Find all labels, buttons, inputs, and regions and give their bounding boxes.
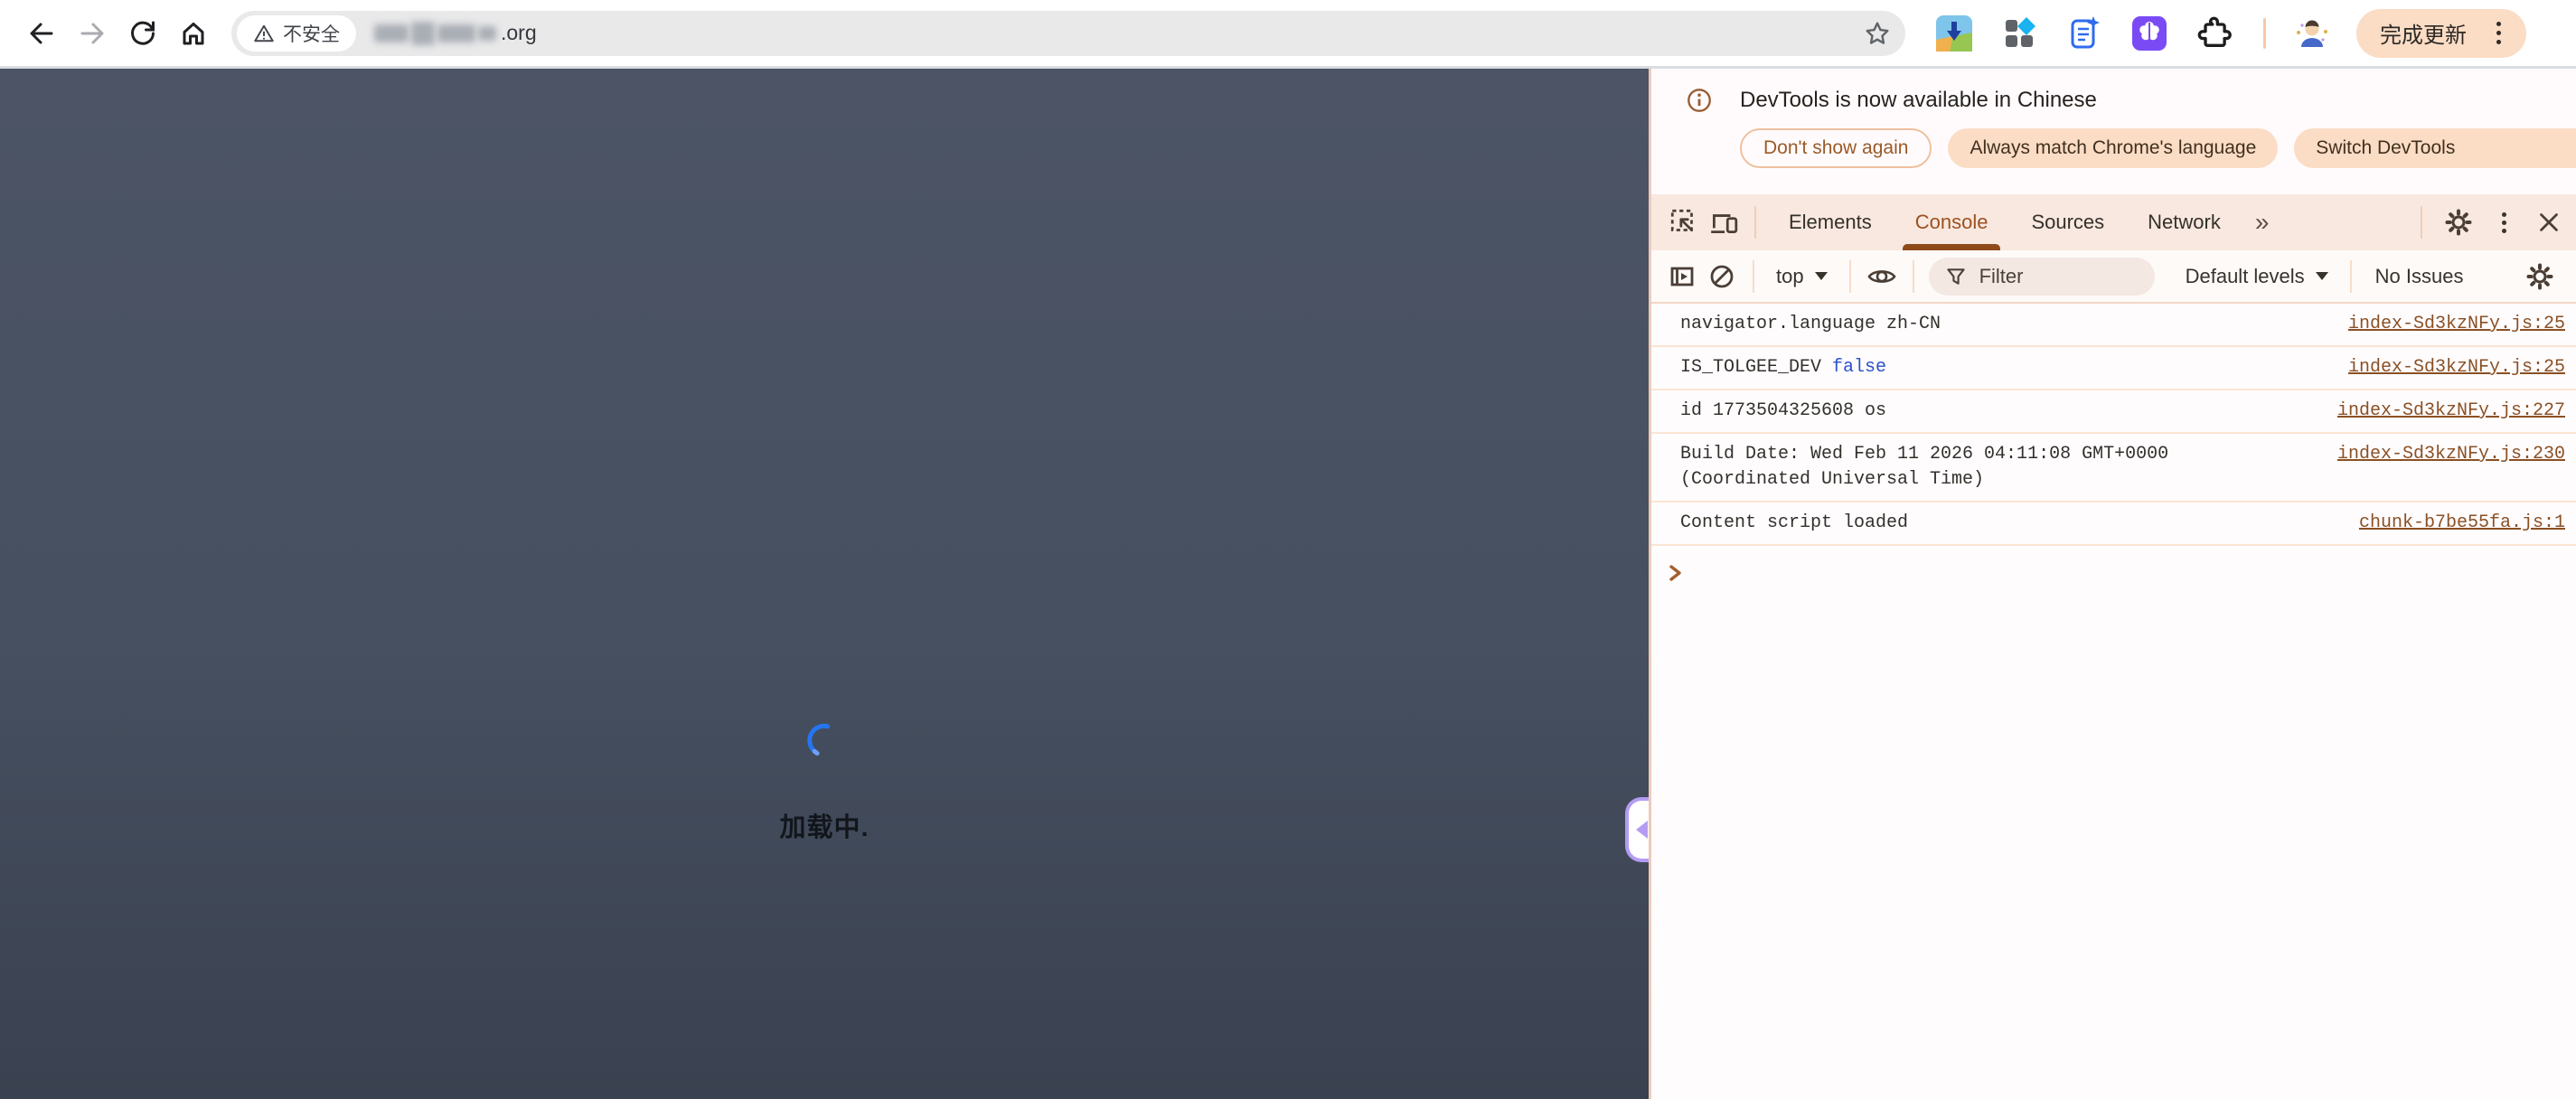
chevron-down-icon	[1814, 272, 1828, 280]
back-icon[interactable]	[20, 12, 63, 55]
url-text: .org	[374, 21, 537, 45]
more-tabs-icon[interactable]: »	[2242, 208, 2282, 237]
filter-box[interactable]	[1928, 257, 2155, 296]
grid-diamond-extension-icon[interactable]	[2001, 15, 2037, 52]
console-prompt[interactable]	[1651, 546, 2576, 584]
home-icon[interactable]	[172, 12, 215, 55]
bookmark-star-icon[interactable]	[1864, 20, 1891, 47]
console-source-link[interactable]: index-Sd3kzNFy.js:230	[2337, 442, 2565, 467]
always-match-language-button[interactable]: Always match Chrome's language	[1948, 128, 2279, 168]
toolbar-separator	[1753, 259, 1754, 293]
chevron-down-icon	[2315, 272, 2328, 280]
toolbar-separator	[1912, 259, 1914, 293]
security-chip[interactable]: 不安全	[237, 14, 356, 52]
clear-console-icon[interactable]	[1702, 257, 1742, 296]
console-row: Build Date: Wed Feb 11 2026 04:11:08 GMT…	[1651, 434, 2576, 503]
side-panel-handle[interactable]	[1625, 797, 1649, 862]
filter-input[interactable]	[1979, 264, 2115, 288]
devtools-panel: DevTools is now available in Chinese Don…	[1649, 69, 2576, 1099]
device-toolbar-icon[interactable]	[1704, 202, 1744, 242]
console-message: IS_TOLGEE_DEV false	[1680, 357, 1887, 378]
spinner-icon	[807, 723, 831, 756]
console-source-link[interactable]: chunk-b7be55fa.js:1	[2359, 511, 2565, 536]
tab-network[interactable]: Network	[2126, 194, 2242, 250]
log-levels-selector[interactable]: Default levels	[2175, 265, 2339, 288]
live-expression-eye-icon[interactable]	[1862, 257, 1902, 296]
profile-avatar[interactable]	[2293, 14, 2331, 52]
tab-elements[interactable]: Elements	[1767, 194, 1894, 250]
dont-show-again-button[interactable]: Don't show again	[1740, 128, 1932, 168]
url-redacted	[478, 25, 496, 41]
console-source-link[interactable]: index-Sd3kzNFy.js:227	[2337, 399, 2565, 424]
console-settings-gear-icon[interactable]	[2520, 257, 2560, 296]
loading-indicator: 加载中.	[0, 719, 1649, 844]
url-redacted	[411, 21, 435, 45]
toolbar-separator	[2349, 259, 2352, 293]
inspect-element-icon[interactable]	[1664, 202, 1704, 242]
console-sidebar-toggle-icon[interactable]	[1662, 257, 1702, 296]
reload-icon[interactable]	[121, 12, 165, 55]
console-message: Content script loaded	[1680, 512, 1909, 533]
console-toolbar: top Default levels No Issues	[1651, 250, 2576, 304]
url-redacted	[437, 23, 475, 42]
console-row: IS_TOLGEE_DEV false index-Sd3kzNFy.js:25	[1651, 347, 2576, 390]
extensions-puzzle-icon[interactable]	[2196, 15, 2233, 52]
console-row: navigator.language zh-CN index-Sd3kzNFy.…	[1651, 304, 2576, 347]
issues-counter[interactable]: No Issues	[2363, 265, 2477, 288]
security-chip-label: 不安全	[283, 23, 340, 45]
devtools-tabbar: Elements Console Sources Network »	[1651, 194, 2576, 250]
devtools-infobar: DevTools is now available in Chinese Don…	[1651, 69, 2576, 194]
brain-extension-icon[interactable]	[2131, 15, 2167, 52]
toolbar-separator	[1848, 259, 1851, 293]
tabbar-separator	[1754, 206, 1756, 239]
forward-icon[interactable]	[71, 12, 114, 55]
console-log: navigator.language zh-CN index-Sd3kzNFy.…	[1651, 304, 2576, 1099]
context-selector[interactable]: top	[1765, 265, 1838, 288]
toolbar-separator	[2263, 17, 2266, 49]
extensions-row	[1936, 14, 2233, 52]
notes-extension-icon[interactable]	[2066, 15, 2102, 52]
filter-funnel-icon	[1945, 266, 1967, 287]
tab-console[interactable]: Console	[1894, 194, 2010, 250]
console-value: false	[1832, 357, 1887, 378]
url-suffix: .org	[501, 21, 537, 44]
console-row: Content script loaded chunk-b7be55fa.js:…	[1651, 503, 2576, 546]
page-content: 加载中.	[0, 69, 1649, 1099]
url-redacted	[374, 23, 409, 42]
infobar-title: DevTools is now available in Chinese	[1740, 88, 2097, 112]
chevron-left-icon	[1636, 821, 1648, 839]
console-message: navigator.language zh-CN	[1680, 314, 1941, 334]
devtools-menu-kebab-icon[interactable]	[2484, 202, 2524, 242]
console-source-link[interactable]: index-Sd3kzNFy.js:25	[2348, 355, 2565, 380]
close-devtools-icon[interactable]	[2529, 202, 2569, 242]
settings-gear-icon[interactable]	[2439, 202, 2478, 242]
switch-devtools-button[interactable]: Switch DevTools	[2294, 128, 2576, 168]
console-message: Build Date: Wed Feb 11 2026 04:11:08 GMT…	[1680, 444, 2180, 490]
download-manager-extension-icon[interactable]	[1936, 14, 1972, 52]
tabbar-separator	[2421, 206, 2422, 239]
finish-update-label: 完成更新	[2380, 23, 2467, 48]
finish-update-button[interactable]: 完成更新	[2356, 8, 2526, 58]
log-levels-label: Default levels	[2185, 264, 2305, 287]
browser-toolbar: 不安全 .org 完成更新	[0, 0, 2576, 69]
address-bar[interactable]: 不安全 .org	[231, 10, 1905, 56]
context-selector-label: top	[1776, 264, 1804, 287]
tab-sources[interactable]: Sources	[2009, 194, 2126, 250]
warning-triangle-icon	[253, 23, 275, 44]
loading-text: 加载中.	[779, 813, 870, 842]
info-icon	[1686, 87, 1713, 114]
console-source-link[interactable]: index-Sd3kzNFy.js:25	[2348, 312, 2565, 337]
browser-menu-kebab-icon[interactable]	[2481, 16, 2515, 51]
console-row: id 1773504325608 os index-Sd3kzNFy.js:22…	[1651, 390, 2576, 434]
console-message: id 1773504325608 os	[1680, 400, 1887, 421]
